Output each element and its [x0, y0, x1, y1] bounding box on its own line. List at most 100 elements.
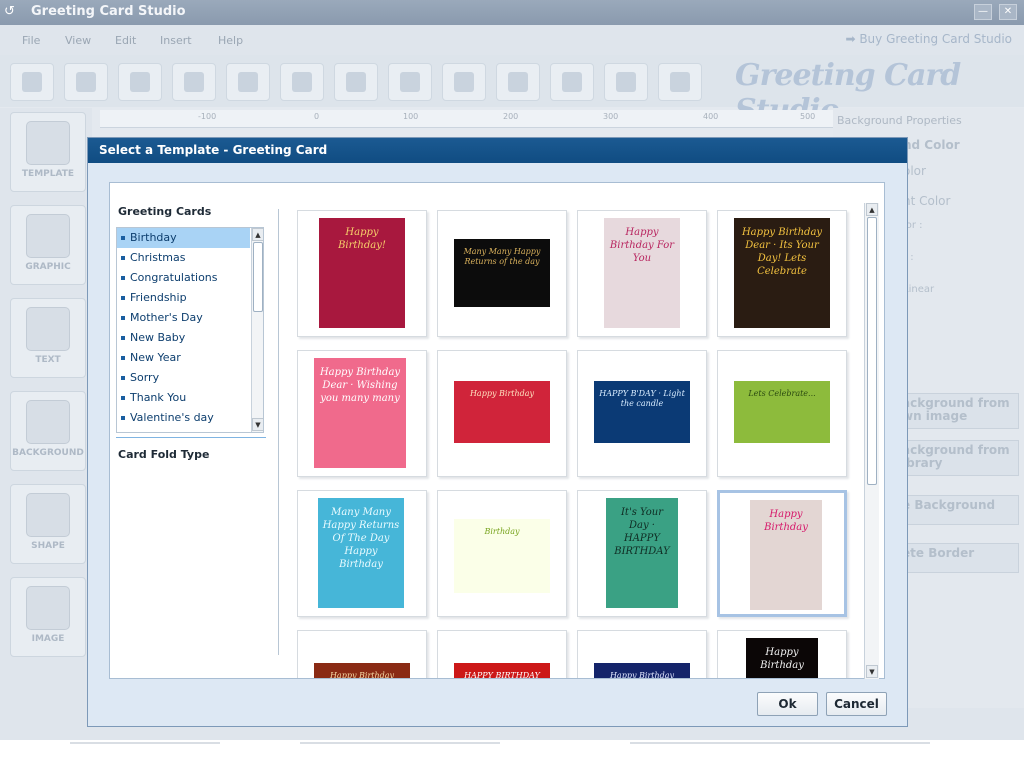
copy-button[interactable] [442, 63, 486, 101]
shape-tool[interactable]: SHAPE [10, 484, 86, 564]
template-tile[interactable]: Many Many Happy Returns of the day [437, 210, 567, 337]
scroll-up-icon[interactable]: ▲ [866, 203, 878, 216]
bullet-icon [121, 276, 125, 280]
template-tile[interactable]: Lets Celebrate... [717, 350, 847, 477]
menu-view[interactable]: View [65, 34, 91, 47]
template-tile[interactable]: Birthday [437, 490, 567, 617]
template-tool[interactable]: TEMPLATE [10, 112, 86, 192]
template-caption: Happy Birthday Dear · Wishing you many m… [319, 367, 401, 404]
scroll-down-icon[interactable]: ▼ [252, 418, 263, 431]
email-button[interactable] [658, 63, 702, 101]
category-item-new-baby[interactable]: New Baby [117, 328, 250, 348]
template-tile[interactable]: It's Your Day · HAPPY BIRTHDAY [577, 490, 707, 617]
bullet-icon [121, 336, 125, 340]
category-label: Valentine's day [130, 411, 214, 424]
tool-label: TEXT [35, 355, 61, 365]
menu-bar: File View Edit Insert Help ➡ Buy Greetin… [0, 25, 1024, 55]
template-tile[interactable]: Happy Birthday [577, 630, 707, 678]
template-tile[interactable]: Happy Birthday Dear · Wishing you many m… [297, 350, 427, 477]
tool-label: IMAGE [31, 634, 65, 644]
category-label: Friendship [130, 291, 187, 304]
ruler-tick: 300 [603, 112, 619, 121]
ruler-tick: 500 [800, 112, 816, 121]
scroll-thumb[interactable] [867, 217, 877, 485]
share-button[interactable] [604, 63, 648, 101]
category-item-birthday[interactable]: Birthday [117, 228, 250, 248]
print-button[interactable] [550, 63, 594, 101]
new-file-icon [22, 72, 42, 92]
dialog-title: Select a Template - Greeting Card [99, 143, 328, 157]
background-from-own-image-button[interactable]: ackground from wn image [895, 393, 1019, 429]
category-item-thank-you[interactable]: Thank You [117, 388, 250, 408]
template-thumbnail: Happy Birthday [454, 381, 550, 443]
menu-help[interactable]: Help [218, 34, 243, 47]
scroll-thumb[interactable] [253, 242, 263, 312]
template-tile[interactable]: Happy Birthday Dear · Its Your Day! Lets… [717, 210, 847, 337]
template-tile[interactable]: HAPPY B'DAY · Light the candle [577, 350, 707, 477]
image-icon [26, 586, 70, 630]
category-item-mothers-day[interactable]: Mother's Day [117, 308, 250, 328]
template-scrollbar[interactable]: ▲ ▼ [864, 203, 879, 679]
save-button[interactable] [118, 63, 162, 101]
cancel-button[interactable]: Cancel [826, 692, 887, 716]
template-caption: It's Your Day · HAPPY BIRTHDAY [614, 507, 670, 557]
graphic-tool[interactable]: GRAPHIC [10, 205, 86, 285]
template-tile[interactable]: Happy Birthday [717, 490, 847, 617]
dialog-body: Greeting Cards Birthday Christmas Congra… [109, 182, 885, 679]
text-tool[interactable]: TEXT [10, 298, 86, 378]
template-thumbnail: Lets Celebrate... [734, 381, 830, 443]
delete-border-button[interactable]: ete Border [895, 543, 1019, 573]
background-tool[interactable]: BACKGROUND [10, 391, 86, 471]
category-item-valentines-day[interactable]: Valentine's day [117, 408, 250, 428]
menu-file[interactable]: File [22, 34, 40, 47]
app-title: Greeting Card Studio [31, 4, 186, 19]
template-tile[interactable]: Happy Birthday! [297, 210, 427, 337]
template-thumbnail: Happy Birthday! [319, 218, 405, 328]
ok-button[interactable]: Ok [757, 692, 818, 716]
redo-button[interactable] [226, 63, 270, 101]
category-item-friendship[interactable]: Friendship [117, 288, 250, 308]
category-item-new-year[interactable]: New Year [117, 348, 250, 368]
category-label: New Baby [130, 331, 186, 344]
image-tool[interactable]: IMAGE [10, 577, 86, 657]
template-tile[interactable]: Many Many Happy Returns Of The Day Happy… [297, 490, 427, 617]
template-caption: Happy Birthday [760, 647, 804, 671]
paste-button[interactable] [496, 63, 540, 101]
template-thumbnail: Happy Birthday [746, 638, 818, 678]
buy-link[interactable]: ➡ Buy Greeting Card Studio [845, 32, 1012, 46]
arrange-button[interactable] [280, 63, 324, 101]
scroll-down-icon[interactable]: ▼ [866, 665, 878, 678]
open-button[interactable] [64, 63, 108, 101]
template-tile[interactable]: Happy Birthday [437, 350, 567, 477]
template-tile[interactable]: Happy Birthday For You [577, 210, 707, 337]
category-scrollbar[interactable]: ▲ ▼ [251, 228, 263, 432]
paste-icon [508, 72, 528, 92]
template-tile[interactable]: HAPPY BIRTHDAY [437, 630, 567, 678]
template-tile[interactable]: Happy Birthday [717, 630, 847, 678]
dialog-titlebar[interactable]: Select a Template - Greeting Card [88, 138, 907, 163]
close-button[interactable]: ✕ [999, 4, 1017, 20]
menu-edit[interactable]: Edit [115, 34, 136, 47]
template-tile[interactable]: Happy Birthday [297, 630, 427, 678]
new-button[interactable] [10, 63, 54, 101]
undo-button[interactable] [172, 63, 216, 101]
template-thumbnail: Happy Birthday Dear · Wishing you many m… [314, 358, 406, 468]
tool-label: TEMPLATE [21, 169, 75, 179]
minimize-button[interactable]: — [974, 4, 992, 20]
remove-background-button[interactable]: e Background [895, 495, 1019, 525]
category-item-sorry[interactable]: Sorry [117, 368, 250, 388]
category-item-christmas[interactable]: Christmas [117, 248, 250, 268]
category-item-congratulations[interactable]: Congratulations [117, 268, 250, 288]
layer-button[interactable] [334, 63, 378, 101]
save-icon [130, 72, 150, 92]
menu-insert[interactable]: Insert [160, 34, 192, 47]
property-label: nd Color [903, 138, 960, 152]
template-thumbnail: Many Many Happy Returns Of The Day Happy… [318, 498, 404, 608]
scroll-up-icon[interactable]: ▲ [252, 228, 263, 241]
category-label: Mother's Day [130, 311, 203, 324]
tool-label: BACKGROUND [12, 448, 84, 458]
template-thumbnail: Happy Birthday [594, 663, 690, 678]
background-from-library-button[interactable]: ackground from ibrary [895, 440, 1019, 476]
category-list: Birthday Christmas Congratulations Frien… [116, 227, 264, 433]
cut-button[interactable] [388, 63, 432, 101]
